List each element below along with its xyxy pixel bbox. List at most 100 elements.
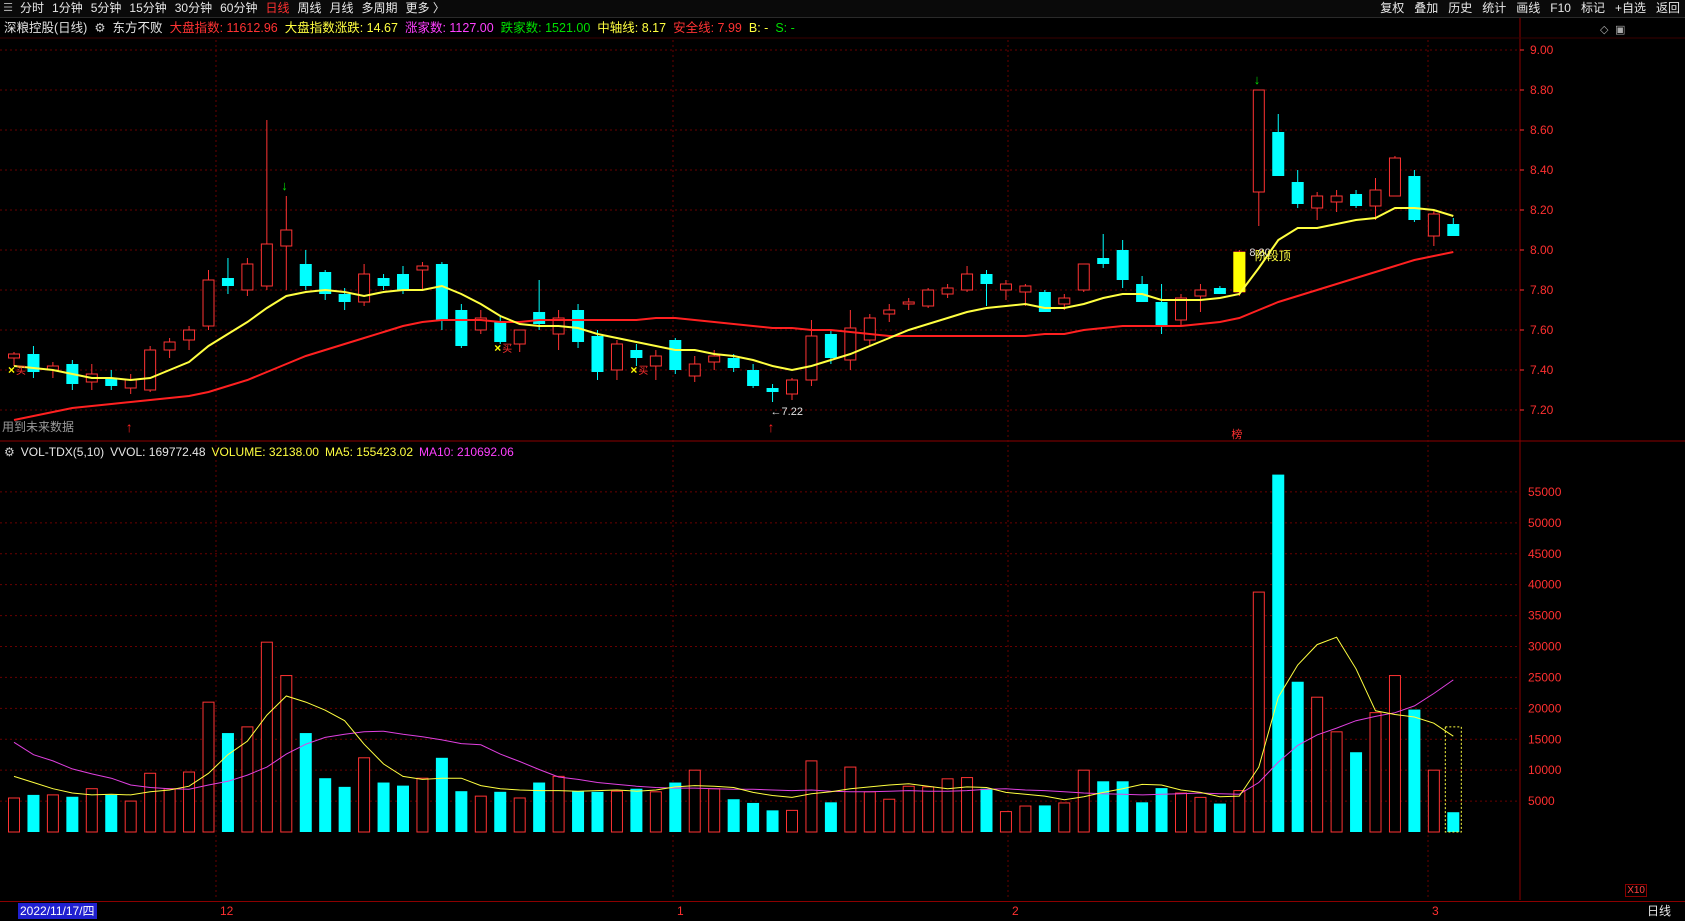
rank-badge: 榜 [1231, 427, 1242, 441]
candle-body [221, 278, 234, 286]
volume-bar [863, 791, 876, 833]
volume-axis-label: 15000 [1528, 732, 1562, 746]
period-tab[interactable]: 周线 [293, 0, 325, 17]
candle-body [805, 335, 818, 381]
volume-bar [46, 794, 59, 833]
volume-bar [27, 794, 40, 832]
toolbar-button[interactable]: +自选 [1610, 0, 1651, 17]
volume-axis-label: 5000 [1528, 794, 1555, 808]
period-tab[interactable]: 更多 〉 [402, 0, 449, 17]
period-tab[interactable]: 1分钟 [48, 0, 87, 17]
index-change: 大盘指数涨跌: 14.67 [284, 21, 398, 35]
limit-up-candle [1233, 252, 1246, 292]
period-tab[interactable]: 月线 [326, 0, 358, 17]
volume-bar [183, 771, 196, 833]
volume-bar [1427, 769, 1440, 833]
volume-bar [747, 802, 760, 832]
volume-axis-label: 40000 [1528, 578, 1562, 592]
volume-bar [1058, 802, 1071, 833]
period-label[interactable]: 日线 [1647, 903, 1671, 919]
volume-bar [630, 788, 643, 832]
buy-label: 买 [16, 365, 26, 377]
candle-body [124, 379, 137, 389]
candle-body [1077, 263, 1090, 291]
up-count: 涨家数: 1127.00 [404, 21, 494, 35]
indicator-name[interactable]: 东方不败 [113, 18, 163, 38]
volume-bar [1175, 792, 1187, 833]
volume-bar [786, 809, 798, 833]
volume-bar [961, 777, 974, 833]
volume-bar [805, 760, 818, 833]
volume-bar [1019, 805, 1032, 833]
volume-axis-label: 50000 [1528, 516, 1562, 530]
toolbar-button[interactable]: F10 [1545, 0, 1576, 17]
period-tab[interactable]: 日线 [261, 0, 293, 17]
period-tab[interactable]: 15分钟 [125, 0, 170, 17]
candle-body [727, 358, 740, 368]
volume-bar [610, 790, 623, 833]
zoom-x10-badge[interactable]: X10 [1625, 884, 1647, 897]
period-tab[interactable]: 分时 [16, 0, 48, 17]
volume-bar [1097, 781, 1110, 832]
candle-body [688, 363, 701, 377]
cursor-date: 2022/11/17/四 [18, 903, 97, 919]
volume-bar [1330, 731, 1343, 833]
volume-bar [1038, 805, 1051, 832]
volume-bar [144, 772, 157, 833]
buy-label: 买 [502, 343, 512, 355]
period-tab[interactable]: 多周期 [358, 0, 402, 17]
toolbar-button[interactable]: 叠加 [1409, 0, 1443, 17]
vol-ma5-value: MA5: 155423.02 [324, 445, 414, 459]
candle-body [163, 341, 176, 351]
toolbar-button[interactable]: 统计 [1477, 0, 1511, 17]
volume-bar [377, 782, 390, 832]
toolbar-button[interactable]: 标记 [1576, 0, 1610, 17]
volume-bar [980, 788, 993, 832]
diamond-icon: ◇ [1600, 24, 1609, 36]
candle-body [1155, 302, 1168, 326]
price-axis-label: 7.20 [1530, 403, 1554, 417]
volume-bar [260, 641, 273, 833]
toolbar-button[interactable]: 复权 [1375, 0, 1409, 17]
period-tab[interactable]: 5分钟 [87, 0, 126, 17]
toolbar-button[interactable]: 画线 [1511, 0, 1545, 17]
volume-bar [649, 791, 662, 833]
buy-x-marker: × [8, 363, 15, 377]
candle-body [1330, 195, 1343, 203]
vol-indicator-name[interactable]: VOL-TDX(5,10) [21, 445, 104, 459]
volume-bar [319, 778, 332, 832]
volume-bar [455, 791, 468, 832]
volume-bar [1291, 681, 1304, 832]
candle-body [669, 340, 682, 370]
volume-bar [338, 786, 351, 832]
toolbar-button[interactable]: 历史 [1443, 0, 1477, 17]
candle-body [1058, 297, 1071, 305]
period-tab[interactable]: 60分钟 [216, 0, 261, 17]
gear-icon[interactable]: ⚙ [4, 445, 15, 459]
volume-bar [533, 782, 546, 832]
vol-ma10-value: MA10: 210692.06 [419, 445, 514, 459]
price-axis-label: 9.00 [1530, 43, 1554, 57]
candle-body [280, 229, 293, 247]
volume-bar [513, 797, 526, 833]
candle-body [1350, 194, 1363, 206]
candle-body [299, 264, 312, 286]
candle-body [980, 274, 993, 284]
toolbar-right-buttons: 复权 叠加 历史 统计 画线 F10 标记 +自选 返回 [1375, 0, 1685, 17]
candle-body [338, 294, 351, 302]
volume-bar [941, 778, 954, 833]
price-axis-label: 7.40 [1530, 363, 1554, 377]
candle-body [708, 355, 721, 363]
menu-icon[interactable]: ☰ [0, 0, 16, 17]
candle-body [455, 310, 468, 346]
toolbar-button[interactable]: 返回 [1651, 0, 1685, 17]
volume-bar [922, 786, 935, 833]
gear-icon[interactable]: ⚙ [94, 18, 105, 38]
candle-body [533, 312, 546, 324]
volume-bar [105, 794, 118, 832]
volume-bar [552, 775, 565, 833]
period-tab[interactable]: 30分钟 [171, 0, 216, 17]
red-up-arrow-icon: ↑ [768, 419, 775, 435]
stock-title[interactable]: 深粮控股(日线) [4, 18, 87, 38]
stage-top-label: 阶段顶 [1255, 248, 1291, 263]
